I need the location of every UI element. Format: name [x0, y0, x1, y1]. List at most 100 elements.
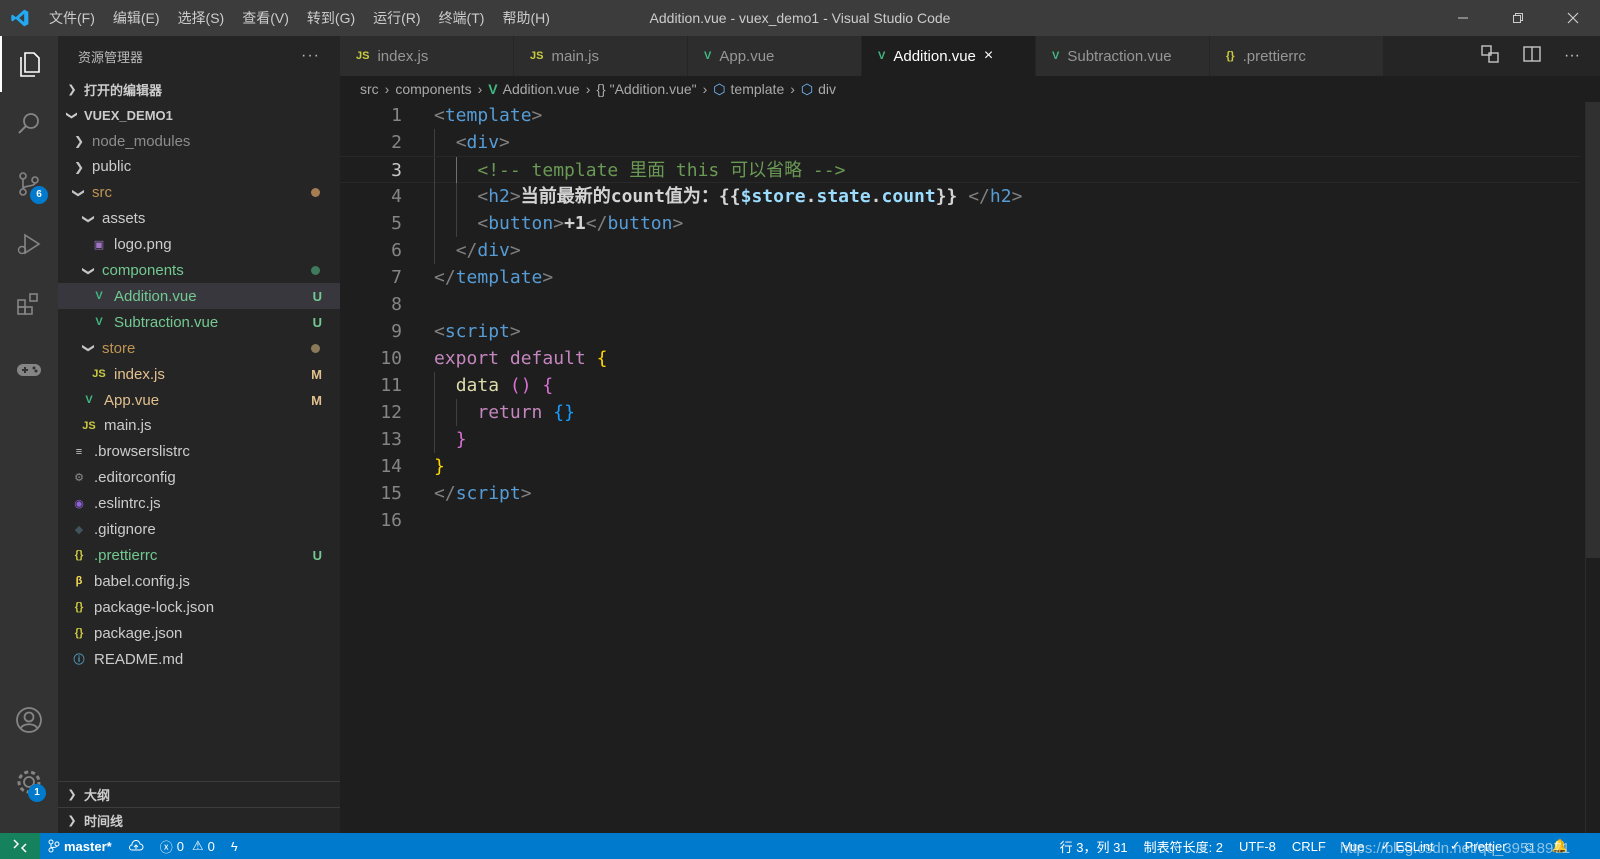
code-line[interactable]: 16	[340, 507, 1580, 534]
open-changes-icon[interactable]	[1480, 44, 1500, 69]
file-item[interactable]: V App.vue M	[58, 387, 340, 413]
tab-prettierrc[interactable]: {} .prettierrc	[1210, 36, 1384, 76]
editor-more-icon[interactable]: ···	[1564, 47, 1580, 65]
tab-subtraction-vue[interactable]: V Subtraction.vue	[1036, 36, 1210, 76]
git-status-dot	[311, 343, 320, 353]
timeline-section[interactable]: ❯ 时间线	[58, 807, 340, 833]
encoding[interactable]: UTF-8	[1231, 839, 1284, 854]
file-item[interactable]: ≡ .browserslistrc	[58, 439, 340, 465]
tab-label: App.vue	[719, 47, 775, 65]
code-line[interactable]: 13 }	[340, 426, 1580, 453]
folder-item[interactable]: ❯ src	[58, 180, 340, 206]
line-number: 3	[391, 160, 402, 181]
file-item[interactable]: ⓘ README.md	[58, 646, 340, 672]
file-item[interactable]: ▣ logo.png	[58, 232, 340, 258]
menu-selection[interactable]: 选择(S)	[169, 0, 234, 36]
breadcrumb-template[interactable]: template	[731, 81, 785, 97]
file-item[interactable]: {} .prettierrc U	[58, 542, 340, 568]
file-item[interactable]: JS main.js	[58, 413, 340, 439]
outline-label: 大纲	[84, 788, 111, 803]
breadcrumb-file[interactable]: Addition.vue	[503, 81, 580, 97]
remote-indicator-icon[interactable]	[0, 833, 40, 859]
code-line[interactable]: 9 <script>	[340, 318, 1580, 345]
git-branch[interactable]: master*	[40, 839, 120, 854]
folder-item[interactable]: ❯ node_modules	[58, 128, 340, 154]
line-ending[interactable]: CRLF	[1284, 839, 1334, 854]
code-line[interactable]: 7 </template>	[340, 264, 1580, 291]
breadcrumb-module[interactable]: {} "Addition.vue"	[596, 81, 696, 97]
restore-button[interactable]	[1490, 0, 1545, 36]
code-line[interactable]: 4 <h2>当前最新的count值为：{{$store.state.count}…	[340, 183, 1580, 210]
code-line[interactable]: 15 </script>	[340, 480, 1580, 507]
tab-app-vue[interactable]: V App.vue	[688, 36, 862, 76]
minimize-button[interactable]	[1435, 0, 1490, 36]
code-editor[interactable]: 1 <template> 2 <div> 3 <!-- template 里面 thi…	[340, 102, 1600, 833]
file-item[interactable]: ◉ .eslintrc.js	[58, 491, 340, 517]
menu-run[interactable]: 运行(R)	[364, 0, 429, 36]
tab-size[interactable]: 制表符长度: 2	[1136, 837, 1231, 856]
code-line[interactable]: 1 <template>	[340, 102, 1580, 129]
cursor-position[interactable]: 行 3，列 31	[1052, 837, 1136, 856]
breadcrumb-div[interactable]: div	[818, 81, 836, 97]
open-editors-label: 打开的编辑器	[84, 82, 163, 98]
line-number: 14	[380, 456, 402, 477]
code-line[interactable]: 3 <!-- template 里面 this 可以省略 -->	[340, 156, 1580, 184]
breadcrumb-components[interactable]: components	[395, 81, 471, 97]
vue-file-icon: V	[488, 81, 498, 97]
close-window-button[interactable]	[1545, 0, 1600, 36]
outline-section[interactable]: ❯ 大纲	[58, 781, 340, 807]
tab-index-js[interactable]: JS index.js	[340, 36, 514, 76]
source-control-icon[interactable]: 6	[0, 156, 58, 212]
code-line[interactable]: 6 </div>	[340, 237, 1580, 264]
folder-item[interactable]: ❯ assets	[58, 206, 340, 232]
search-icon[interactable]	[0, 96, 58, 152]
vertical-scrollbar[interactable]	[1586, 102, 1600, 558]
file-item[interactable]: ◆ .gitignore	[58, 517, 340, 543]
menu-edit[interactable]: 编辑(E)	[104, 0, 169, 36]
extensions-icon[interactable]	[0, 276, 58, 332]
breadcrumb-src[interactable]: src	[360, 81, 379, 97]
sync-icon[interactable]	[120, 840, 152, 852]
menu-view[interactable]: 查看(V)	[233, 0, 298, 36]
menu-help[interactable]: 帮助(H)	[493, 0, 558, 36]
tree-item-label: README.md	[94, 650, 184, 668]
settings-gear-icon[interactable]: 1	[0, 754, 58, 810]
code-line[interactable]: 11 data () {	[340, 372, 1580, 399]
menu-terminal[interactable]: 终端(T)	[430, 0, 494, 36]
folder-item[interactable]: ❯ public	[58, 154, 340, 180]
remote-gamepad-icon[interactable]	[0, 342, 58, 398]
code-line[interactable]: 10 export default {	[340, 345, 1580, 372]
menu-file[interactable]: 文件(F)	[40, 0, 104, 36]
project-section[interactable]: ❯ VUEX_DEMO1	[58, 102, 340, 128]
code-line[interactable]: 14}	[340, 453, 1580, 480]
problems-indicator[interactable]: ⓧ 0 ⚠ 0	[152, 837, 223, 856]
file-item[interactable]: V Addition.vue U	[58, 283, 340, 310]
split-editor-icon[interactable]	[1522, 44, 1542, 69]
file-item[interactable]: {} package-lock.json	[58, 594, 340, 620]
file-item[interactable]: β babel.config.js	[58, 568, 340, 594]
chevron-down-icon: ❯	[82, 343, 96, 354]
explorer-icon[interactable]	[0, 36, 58, 92]
code-line[interactable]: 8	[340, 291, 1580, 318]
code-line[interactable]: 2 <div>	[340, 129, 1580, 156]
tab-addition-vue[interactable]: V Addition.vue ×	[862, 36, 1036, 76]
file-item[interactable]: V Subtraction.vue U	[58, 309, 340, 335]
line-number: 11	[380, 375, 402, 396]
code-line[interactable]: 5 <button>+1</button>	[340, 210, 1580, 237]
file-item[interactable]: ⚙ .editorconfig	[58, 465, 340, 491]
more-actions-icon[interactable]: ···	[301, 47, 320, 65]
tree-item-label: Subtraction.vue	[114, 313, 219, 331]
menu-go[interactable]: 转到(G)	[298, 0, 364, 36]
code-line[interactable]: 12 return {}	[340, 399, 1580, 426]
file-item[interactable]: {} package.json	[58, 620, 340, 646]
tab-main-js[interactable]: JS main.js	[514, 36, 688, 76]
run-debug-icon[interactable]	[0, 216, 58, 272]
accounts-icon[interactable]	[0, 692, 58, 748]
close-tab-icon[interactable]: ×	[984, 47, 993, 65]
code-text: }	[434, 456, 445, 477]
folder-item[interactable]: ❯ components	[58, 258, 340, 284]
lightning-icon[interactable]: ϟ	[223, 839, 246, 854]
file-item[interactable]: JS index.js M	[58, 361, 340, 387]
open-editors-section[interactable]: ❯ 打开的编辑器	[58, 76, 340, 102]
folder-item[interactable]: ❯ store	[58, 335, 340, 361]
